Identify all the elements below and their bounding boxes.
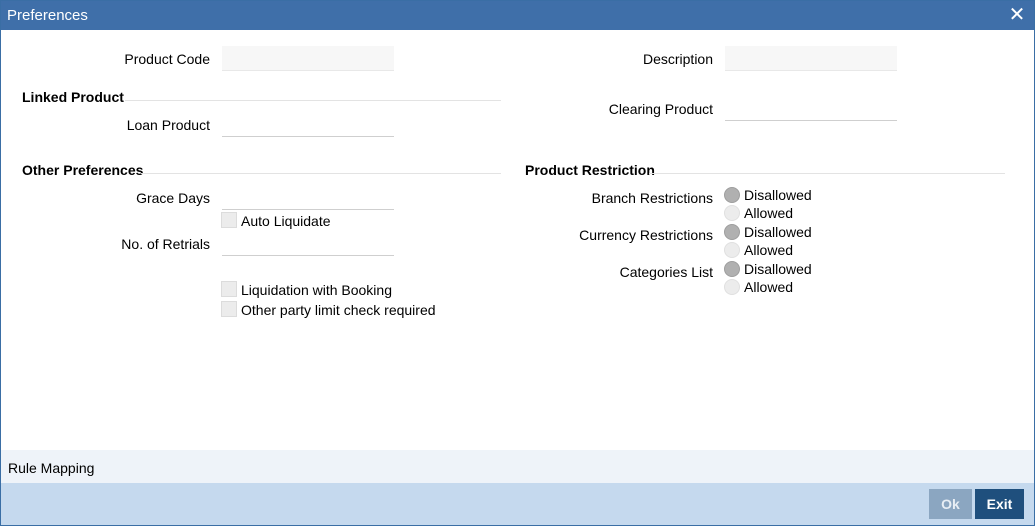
other-party-limit-check-checkbox[interactable] [221,301,237,317]
loan-product-label: Loan Product [126,117,210,133]
categories-allowed-radio[interactable] [724,279,740,295]
branch-allowed-label: Allowed [744,205,794,221]
categories-disallowed-label: Disallowed [744,261,812,277]
grace-days-label: Grace Days [136,190,210,206]
other-preferences-heading: Other Preferences [22,162,144,178]
categories-list-label: Categories List [619,264,713,280]
product-restriction-divider [649,173,1005,174]
clearing-product-label: Clearing Product [608,101,713,117]
currency-disallowed-radio[interactable] [724,224,740,240]
branch-allowed-radio[interactable] [724,205,740,221]
product-code-field[interactable] [222,46,394,71]
rule-mapping-link[interactable]: Rule Mapping [8,460,94,476]
loan-product-field[interactable] [222,112,394,137]
close-icon[interactable]: ✕ [1006,4,1028,26]
description-label: Description [642,51,713,67]
exit-button[interactable]: Exit [975,489,1024,519]
linked-product-heading: Linked Product [22,89,124,105]
description-field[interactable] [725,46,897,71]
ok-button[interactable]: Ok [929,489,972,519]
footer-bar: Ok Exit [1,483,1034,525]
liquidation-with-booking-checkbox[interactable] [221,281,237,297]
preferences-window: Preferences ✕ Product Code Description L… [0,0,1035,526]
other-party-limit-check-label: Other party limit check required [241,302,436,318]
branch-restrictions-label: Branch Restrictions [591,190,713,206]
other-preferences-divider [141,173,501,174]
auto-liquidate-checkbox[interactable] [221,212,237,228]
title-bar: Preferences ✕ [1,1,1034,30]
grace-days-field[interactable] [222,185,394,210]
currency-restrictions-label: Currency Restrictions [579,227,713,243]
no-of-retrials-field[interactable] [222,231,394,256]
currency-allowed-label: Allowed [744,242,794,258]
currency-allowed-radio[interactable] [724,242,740,258]
product-code-label: Product Code [124,51,210,67]
currency-disallowed-label: Disallowed [744,224,812,240]
categories-disallowed-radio[interactable] [724,261,740,277]
liquidation-with-booking-label: Liquidation with Booking [241,282,392,298]
clearing-product-field[interactable] [725,96,897,121]
no-of-retrials-label: No. of Retrials [121,236,210,252]
auto-liquidate-label: Auto Liquidate [241,213,331,229]
branch-disallowed-radio[interactable] [724,187,740,203]
categories-allowed-label: Allowed [744,279,794,295]
rule-mapping-bar: Rule Mapping [1,450,1034,483]
branch-disallowed-label: Disallowed [744,187,812,203]
window-title: Preferences [7,7,88,24]
product-restriction-heading: Product Restriction [525,162,655,178]
linked-product-divider [125,100,501,101]
